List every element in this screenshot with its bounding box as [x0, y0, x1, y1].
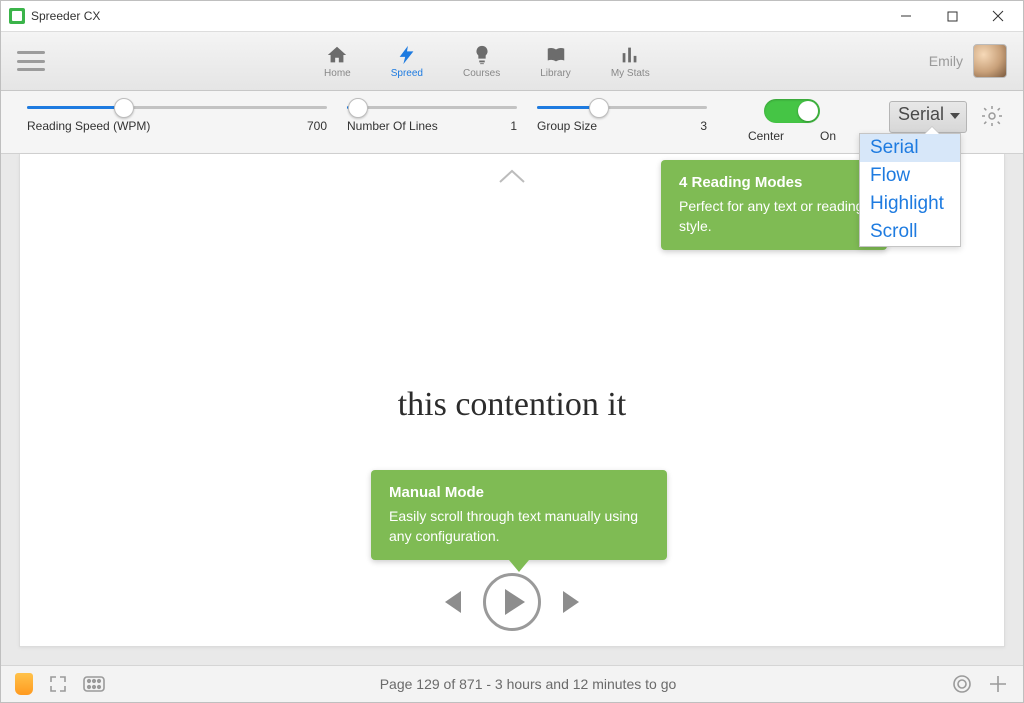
gear-icon — [980, 104, 1004, 128]
book-icon — [545, 44, 567, 66]
mode-option-scroll[interactable]: Scroll — [860, 218, 960, 246]
tooltip-title: 4 Reading Modes — [679, 174, 869, 191]
stats-icon — [619, 44, 641, 66]
nav-stats[interactable]: My Stats — [611, 44, 650, 79]
next-button[interactable] — [563, 591, 579, 613]
center-toggle[interactable] — [764, 99, 820, 123]
lines-value: 1 — [510, 119, 517, 133]
toolbar: Home Spreed Courses Library My Stats Emi… — [1, 32, 1023, 91]
speed-slider[interactable] — [27, 99, 327, 115]
home-icon — [326, 44, 348, 66]
tooltip-reading-modes: 4 Reading Modes Perfect for any text or … — [661, 160, 887, 250]
nav-home[interactable]: Home — [324, 44, 351, 79]
app-window: Spreeder CX Home Spreed Courses — [0, 0, 1024, 703]
bulb-icon — [471, 44, 493, 66]
lines-label: Number Of Lines — [347, 119, 438, 133]
group-value: 3 — [700, 119, 707, 133]
mode-option-serial[interactable]: Serial — [860, 134, 960, 162]
settings-button[interactable] — [977, 101, 1007, 131]
tooltip-body: Easily scroll through text manually usin… — [389, 507, 649, 546]
center-label: Center — [748, 129, 784, 143]
mode-area: Serial Serial Flow Highlight Scroll — [867, 99, 1007, 133]
tooltip-body: Perfect for any text or reading style. — [679, 197, 869, 236]
nav-label: Courses — [463, 68, 500, 79]
group-control: Group Size 3 — [527, 99, 717, 133]
minimize-button[interactable] — [883, 1, 929, 31]
status-bar: Page 129 of 871 - 3 hours and 12 minutes… — [1, 665, 1023, 702]
status-text: Page 129 of 871 - 3 hours and 12 minutes… — [105, 676, 951, 692]
window-title: Spreeder CX — [31, 9, 100, 23]
user-name: Emily — [929, 53, 963, 69]
badge-icon[interactable] — [15, 673, 33, 695]
speed-value: 700 — [307, 119, 327, 133]
title-bar: Spreeder CX — [1, 1, 1023, 32]
grid-icon — [83, 676, 105, 692]
add-button[interactable] — [987, 673, 1009, 695]
lines-control: Number Of Lines 1 — [337, 99, 527, 133]
maximize-button[interactable] — [929, 1, 975, 31]
nav-spreed[interactable]: Spreed — [391, 44, 423, 79]
app-icon — [9, 8, 25, 24]
bolt-icon — [396, 44, 418, 66]
expand-icon — [49, 675, 67, 693]
tooltip-title: Manual Mode — [389, 484, 649, 501]
center-state: On — [820, 129, 836, 143]
speed-control: Reading Speed (WPM) 700 — [17, 99, 337, 133]
play-icon — [505, 589, 525, 615]
nav-library[interactable]: Library — [540, 44, 571, 79]
group-slider[interactable] — [537, 99, 707, 115]
nav-label: My Stats — [611, 68, 650, 79]
lines-slider[interactable] — [347, 99, 517, 115]
grid-button[interactable] — [83, 673, 105, 695]
nav-courses[interactable]: Courses — [463, 44, 500, 79]
speed-label: Reading Speed (WPM) — [27, 119, 150, 133]
menu-button[interactable] — [17, 51, 45, 71]
play-button[interactable] — [483, 573, 541, 631]
nav-label: Library — [540, 68, 571, 79]
mode-option-highlight[interactable]: Highlight — [860, 190, 960, 218]
target-button[interactable] — [951, 673, 973, 695]
prev-button[interactable] — [445, 591, 461, 613]
nav-label: Home — [324, 68, 351, 79]
tooltip-manual-mode: Manual Mode Easily scroll through text m… — [371, 470, 667, 560]
play-controls — [445, 573, 579, 631]
group-label: Group Size — [537, 119, 597, 133]
nav: Home Spreed Courses Library My Stats — [45, 44, 929, 79]
user-area: Emily — [929, 44, 1007, 78]
controls-row: Reading Speed (WPM) 700 Number Of Lines … — [1, 91, 1023, 154]
center-toggle-block: Center On — [717, 99, 867, 143]
mode-selected: Serial — [898, 104, 944, 124]
reader-text: this contention it — [1, 386, 1023, 424]
plus-icon — [988, 674, 1008, 694]
expand-button[interactable] — [47, 673, 69, 695]
target-icon — [952, 674, 972, 694]
mode-option-flow[interactable]: Flow — [860, 162, 960, 190]
avatar[interactable] — [973, 44, 1007, 78]
close-button[interactable] — [975, 1, 1021, 31]
nav-label: Spreed — [391, 68, 423, 79]
mode-dropdown: Serial Flow Highlight Scroll — [859, 133, 961, 247]
scroll-up-button[interactable] — [498, 168, 526, 189]
